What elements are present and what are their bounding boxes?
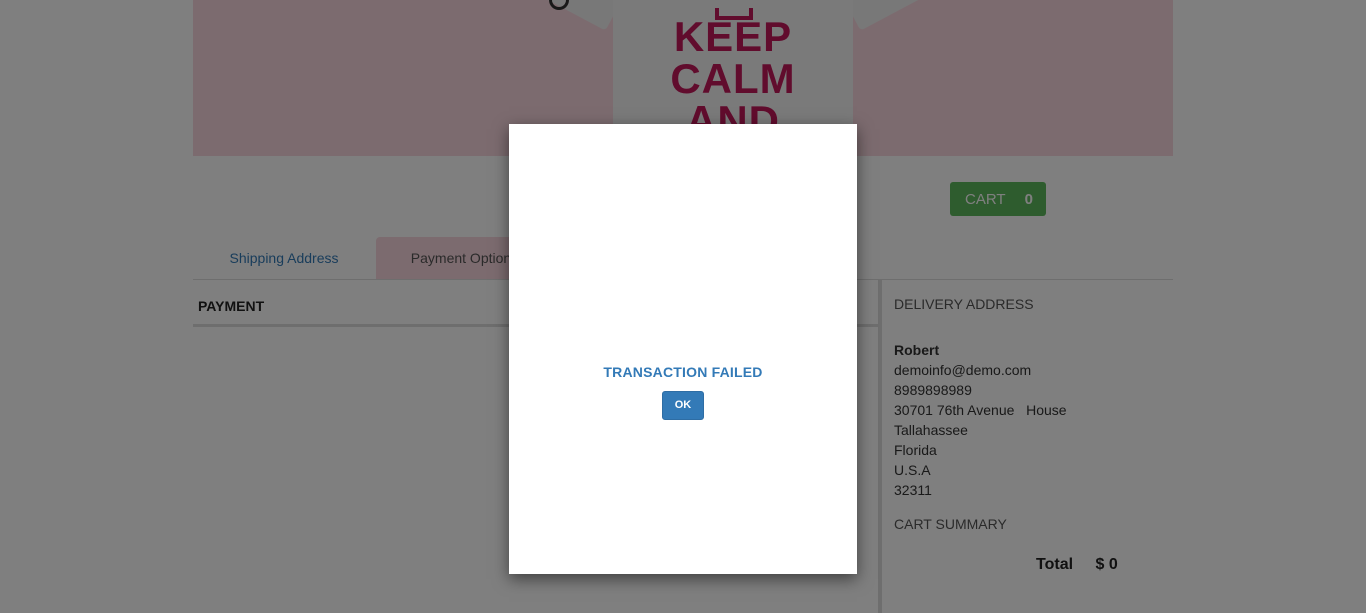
transaction-dialog: TRANSACTION FAILED OK: [509, 124, 857, 574]
checkout-page: KEEP CALM AND CART 0 Shipping Address Pa…: [0, 0, 1366, 613]
ok-button[interactable]: OK: [662, 391, 704, 420]
transaction-failed-message: TRANSACTION FAILED: [603, 364, 763, 380]
